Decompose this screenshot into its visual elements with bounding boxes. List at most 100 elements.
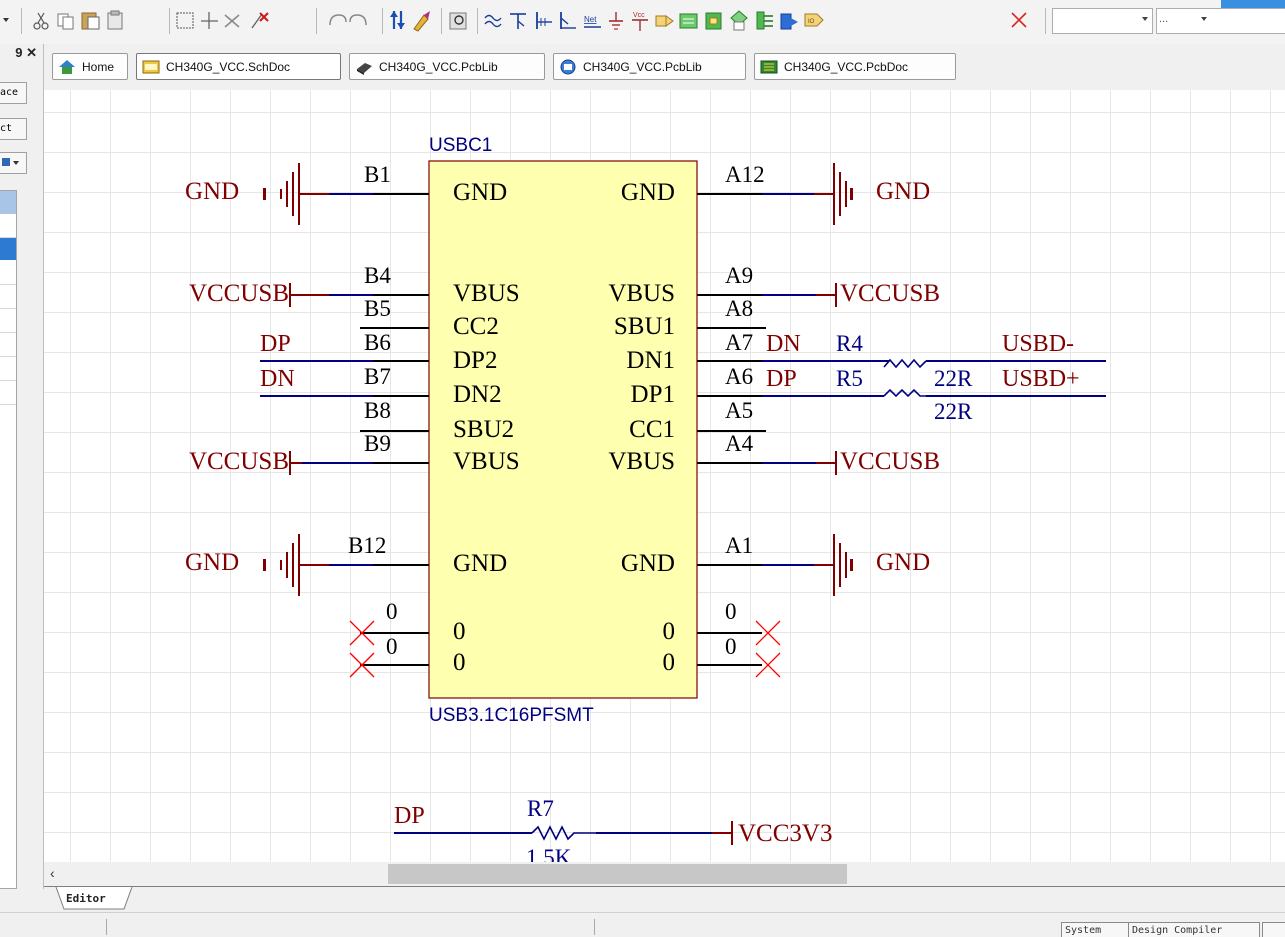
- filter-combo-1[interactable]: [1052, 8, 1153, 34]
- component-comment[interactable]: USB3.1C16PFSMT: [429, 705, 594, 727]
- pin-number: B7: [364, 364, 391, 389]
- status-button-design-compiler[interactable]: Design Compiler: [1128, 922, 1260, 937]
- vcc3v3-port-label[interactable]: VCC3V3: [738, 820, 832, 848]
- clear-filter-icon[interactable]: [251, 12, 269, 29]
- copy-icon[interactable]: [57, 13, 74, 30]
- signal-harness-icon[interactable]: [560, 12, 576, 29]
- browse-component-icon[interactable]: [449, 12, 467, 30]
- paste-icon[interactable]: [81, 12, 100, 30]
- net-label-usbd-plus[interactable]: USBD+: [1002, 366, 1080, 393]
- tree-row[interactable]: [0, 214, 16, 238]
- tree-row[interactable]: [0, 357, 16, 381]
- vcc-port-icon[interactable]: Vcc: [632, 12, 648, 31]
- sheet-symbol-icon[interactable]: [679, 13, 698, 29]
- no-erc-icon[interactable]: [1011, 12, 1027, 28]
- r7-value[interactable]: 1.5K: [526, 845, 571, 862]
- schematic-canvas[interactable]: USBC1 USB3.1C16PFSMT B1 B4 B5 B6 B7 B8 B…: [44, 90, 1285, 862]
- status-divider: [594, 919, 595, 935]
- tree-row-header[interactable]: [0, 191, 16, 214]
- undo-icon[interactable]: [329, 14, 347, 26]
- r5-value[interactable]: 22R: [934, 399, 972, 425]
- panel-view-dropdown[interactable]: [0, 152, 27, 174]
- tree-row[interactable]: [0, 261, 16, 285]
- net-label-dn[interactable]: DN: [260, 366, 295, 393]
- port-icon[interactable]: IO: [804, 13, 824, 27]
- cross-probe-icon[interactable]: [413, 11, 430, 32]
- gnd-port-label[interactable]: GND: [876, 549, 930, 577]
- gnd-port-label[interactable]: GND: [876, 178, 930, 206]
- editor-tab[interactable]: Editor: [66, 892, 106, 905]
- project-tree: [0, 190, 17, 889]
- bus-entry-icon[interactable]: [536, 12, 552, 29]
- pcbdoc-icon: [760, 60, 778, 73]
- harness-entry-icon[interactable]: [780, 13, 798, 30]
- device-sheet-icon[interactable]: [730, 10, 748, 31]
- pin-number: 0: [386, 634, 398, 659]
- scroll-thumb[interactable]: [388, 864, 847, 884]
- pin-name: 0: [662, 649, 676, 676]
- pin-number: B5: [364, 296, 391, 321]
- net-label-usbd-minus[interactable]: USBD-: [1002, 331, 1074, 358]
- r5-designator[interactable]: R5: [836, 366, 863, 392]
- tree-row-selected[interactable]: [0, 238, 16, 260]
- pin-name: VBUS: [608, 280, 675, 307]
- top-right-highlight[interactable]: [1221, 0, 1285, 8]
- filter-combo-2[interactable]: ...: [1156, 8, 1285, 34]
- schdoc-icon: [142, 60, 160, 73]
- harness-connector-icon[interactable]: [756, 11, 773, 30]
- tree-row[interactable]: [0, 309, 16, 333]
- part-icon[interactable]: [655, 15, 674, 27]
- tab-schdoc[interactable]: CH340G_VCC.SchDoc: [136, 53, 341, 80]
- tab-home[interactable]: Home: [52, 53, 128, 80]
- net-label-dp[interactable]: DP: [260, 331, 291, 358]
- bus-icon[interactable]: [510, 13, 526, 29]
- gnd-port-icon[interactable]: [609, 12, 623, 30]
- vccusb-port-label[interactable]: VCCUSB: [189, 280, 289, 308]
- toolbar-dropdown-arrow-icon[interactable]: [3, 18, 9, 22]
- status-button-more[interactable]: [1262, 922, 1285, 937]
- vccusb-port-label[interactable]: VCCUSB: [840, 280, 940, 308]
- pin-number: 0: [386, 599, 398, 624]
- panel-button-project[interactable]: ct: [0, 118, 27, 140]
- tab-pcblib-3d[interactable]: CH340G_VCC.PcbLib: [553, 53, 746, 80]
- r4-designator[interactable]: R4: [836, 331, 863, 357]
- redo-icon[interactable]: [349, 14, 367, 26]
- tree-row[interactable]: [0, 333, 16, 357]
- net-label-icon[interactable]: Net: [584, 15, 601, 28]
- vccusb-port-label[interactable]: VCCUSB: [840, 448, 940, 476]
- panel-pin-close[interactable]: 9 ✕: [0, 44, 40, 62]
- sheet-entry-icon[interactable]: [705, 12, 722, 30]
- r7-designator[interactable]: R7: [527, 796, 554, 822]
- cut-icon[interactable]: [33, 12, 49, 30]
- component-designator[interactable]: USBC1: [429, 135, 492, 157]
- gnd-port-label[interactable]: GND: [185, 549, 239, 577]
- status-button-system[interactable]: System: [1061, 922, 1131, 937]
- pin-name: CC2: [453, 313, 499, 340]
- select-rectangle-icon[interactable]: [176, 12, 194, 29]
- net-label-dp[interactable]: DP: [766, 366, 797, 393]
- net-label-dn[interactable]: DN: [766, 331, 801, 358]
- r4-value[interactable]: 22R: [934, 366, 972, 392]
- hierarchy-icon[interactable]: [390, 11, 405, 29]
- chevron-down-icon: [1142, 17, 1148, 21]
- rubber-stamp-icon[interactable]: [107, 10, 123, 30]
- vccusb-port-label[interactable]: VCCUSB: [189, 448, 289, 476]
- net-label-dp[interactable]: DP: [394, 803, 425, 830]
- tab-pcbdoc[interactable]: CH340G_VCC.PcbDoc: [754, 53, 956, 80]
- tab-pcblib[interactable]: CH340G_VCC.PcbLib: [349, 53, 545, 80]
- move-icon[interactable]: [201, 12, 218, 29]
- pin-name: VBUS: [608, 448, 675, 475]
- tree-row[interactable]: [0, 285, 16, 309]
- deselect-icon[interactable]: [224, 14, 240, 28]
- pin-name: GND: [620, 550, 675, 577]
- pin-name: DN1: [626, 347, 675, 374]
- status-bar: System Design Compiler: [0, 912, 1285, 937]
- tree-row[interactable]: [0, 381, 16, 405]
- horizontal-scrollbar[interactable]: ‹: [44, 862, 1285, 886]
- main-toolbar: Net Vcc IO ...: [0, 0, 1285, 45]
- panel-button-workspace[interactable]: ace: [0, 82, 27, 104]
- scroll-left-arrow-icon[interactable]: ‹: [50, 866, 55, 880]
- gnd-port-label[interactable]: GND: [185, 178, 239, 206]
- wire-icon[interactable]: [484, 14, 502, 28]
- tab-label: Home: [82, 59, 115, 74]
